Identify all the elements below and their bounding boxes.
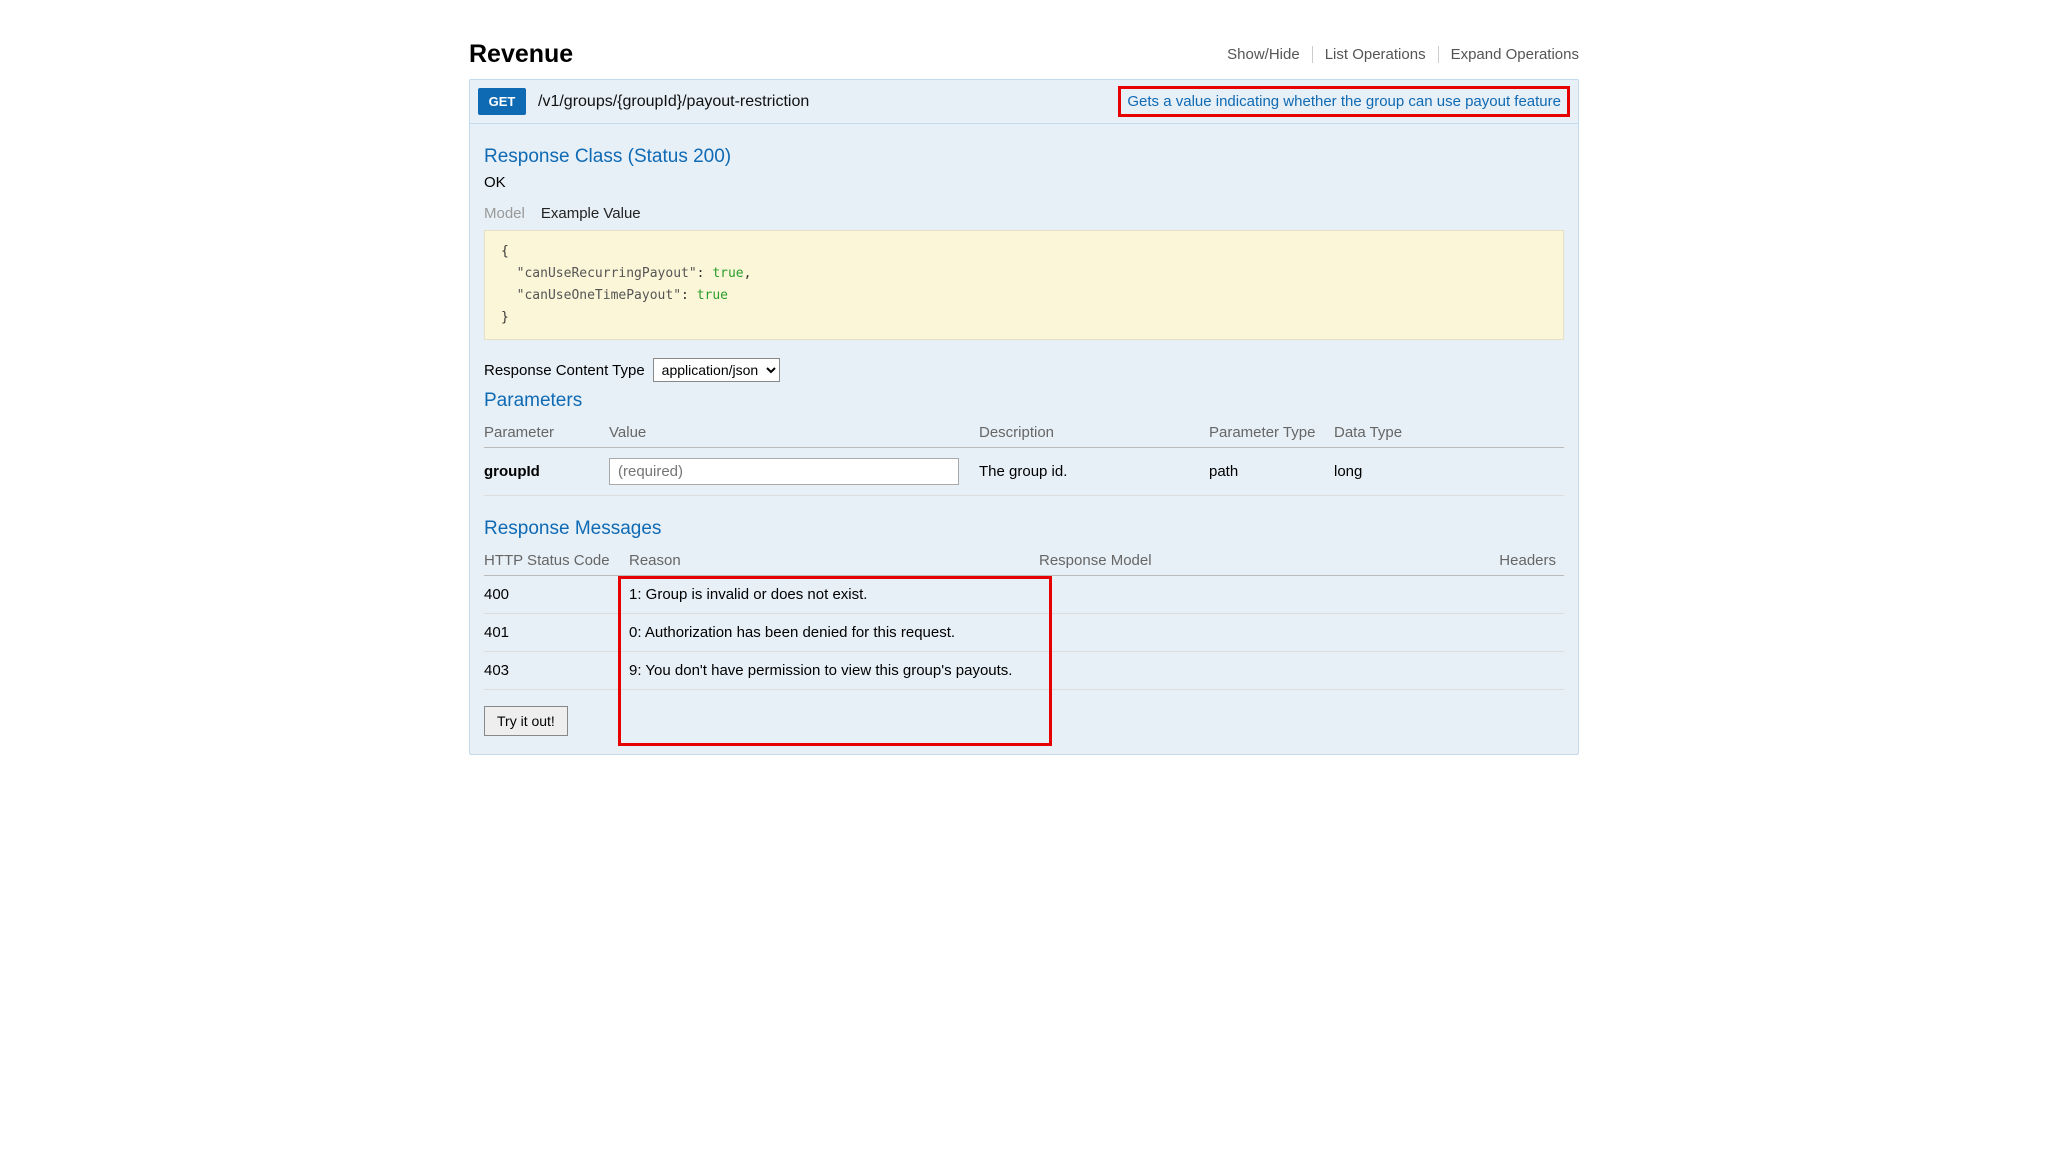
table-row: 401 0: Authorization has been denied for… <box>484 614 1564 652</box>
status-code: 400 <box>484 576 629 614</box>
col-data-type: Data Type <box>1334 418 1564 448</box>
status-reason: 1: Group is invalid or does not exist. <box>629 576 1039 614</box>
response-class-heading: Response Class (Status 200) <box>484 146 1564 168</box>
parameters-table: Parameter Value Description Parameter Ty… <box>484 418 1564 496</box>
col-parameter-type: Parameter Type <box>1209 418 1334 448</box>
show-hide-link[interactable]: Show/Hide <box>1215 46 1313 63</box>
param-description: The group id. <box>979 448 1209 496</box>
try-it-out-button[interactable]: Try it out! <box>484 706 568 736</box>
list-operations-link[interactable]: List Operations <box>1313 46 1439 63</box>
param-name: groupId <box>484 448 609 496</box>
tab-example-value[interactable]: Example Value <box>541 205 641 222</box>
operation-header[interactable]: GET /v1/groups/{groupId}/payout-restrict… <box>470 80 1578 124</box>
col-headers: Headers <box>1484 546 1564 576</box>
col-status-code: HTTP Status Code <box>484 546 629 576</box>
response-ok-text: OK <box>484 174 1564 191</box>
header-actions: Show/Hide List Operations Expand Operati… <box>1215 46 1579 63</box>
expand-operations-link[interactable]: Expand Operations <box>1439 46 1579 63</box>
table-row: 400 1: Group is invalid or does not exis… <box>484 576 1564 614</box>
page-title: Revenue <box>469 40 573 69</box>
col-response-model: Response Model <box>1039 546 1484 576</box>
col-description: Description <box>979 418 1209 448</box>
col-parameter: Parameter <box>484 418 609 448</box>
param-datatype: long <box>1334 448 1564 496</box>
status-code: 401 <box>484 614 629 652</box>
status-reason: 9: You don't have permission to view thi… <box>629 652 1039 690</box>
response-messages-heading: Response Messages <box>484 518 1564 540</box>
col-value: Value <box>609 418 979 448</box>
col-reason: Reason <box>629 546 1039 576</box>
table-row: 403 9: You don't have permission to view… <box>484 652 1564 690</box>
operation-panel: GET /v1/groups/{groupId}/payout-restrict… <box>469 79 1579 755</box>
status-reason: 0: Authorization has been denied for thi… <box>629 614 1039 652</box>
operation-summary: Gets a value indicating whether the grou… <box>1118 86 1570 117</box>
param-value-input[interactable] <box>609 458 959 485</box>
param-type: path <box>1209 448 1334 496</box>
status-code: 403 <box>484 652 629 690</box>
parameters-heading: Parameters <box>484 390 1564 412</box>
response-messages-table: HTTP Status Code Reason Response Model H… <box>484 546 1564 690</box>
endpoint-path: /v1/groups/{groupId}/payout-restriction <box>538 93 809 111</box>
example-json-block[interactable]: { "canUseRecurringPayout": true, "canUse… <box>484 230 1564 340</box>
tab-model[interactable]: Model <box>484 205 525 222</box>
http-method-badge: GET <box>478 88 526 115</box>
table-row: groupId The group id. path long <box>484 448 1564 496</box>
response-content-type-label: Response Content Type <box>484 362 645 379</box>
response-content-type-select[interactable]: application/json <box>653 358 780 382</box>
